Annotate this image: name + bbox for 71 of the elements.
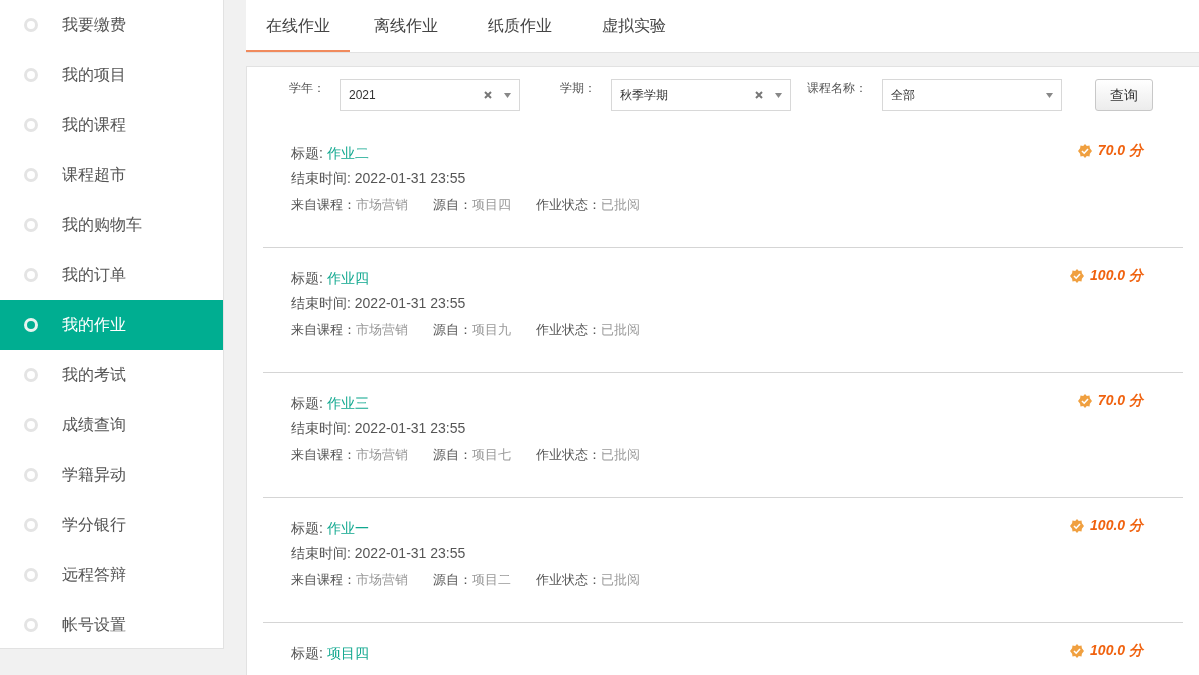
status-value: 已批阅 [601,445,640,464]
status-value: 已批阅 [601,195,640,214]
sidebar-item[interactable]: 我的课程 [0,100,223,150]
query-button[interactable]: 查询 [1095,79,1153,111]
check-badge-icon [1070,643,1085,658]
status-label: 作业状态： [536,320,601,339]
check-badge-icon [1070,518,1085,533]
tab[interactable]: 纸质作业 [461,0,578,52]
check-badge-icon [1077,393,1092,408]
status-value: 已批阅 [601,570,640,589]
sidebar-item[interactable]: 课程超市 [0,150,223,200]
course-name: 市场营销 [356,570,408,589]
check-badge-icon [1070,268,1085,283]
tab[interactable]: 在线作业 [246,0,350,52]
status-label: 作业状态： [536,570,601,589]
title-label: 标题: [291,394,323,413]
score: 100.0 分 [1090,641,1143,660]
course-label: 来自课程： [291,320,356,339]
sidebar-item[interactable]: 我的考试 [0,350,223,400]
sidebar-item[interactable]: 我的购物车 [0,200,223,250]
title-label: 标题: [291,269,323,288]
title-label: 标题: [291,519,323,538]
filter-label: 学年： [289,80,326,97]
select-field[interactable]: 全部 [882,79,1062,111]
sidebar-item[interactable]: 我要缴费 [0,0,223,50]
check-badge-icon [1077,143,1092,158]
end-time: 结束时间: 2022-01-31 23:55 [291,294,466,313]
sidebar-item[interactable]: 我的项目 [0,50,223,100]
source-label: 源自： [433,320,472,339]
sidebar-item[interactable]: 成绩查询 [0,400,223,450]
source-name: 项目二 [472,570,511,589]
caret-icon [504,92,511,98]
tab[interactable]: 虚拟实验 [575,0,692,52]
filter-label: 学期： [560,80,597,97]
course-name: 市场营销 [356,195,408,214]
select-field[interactable]: 2021 [340,79,520,111]
status-label: 作业状态： [536,195,601,214]
sidebar-item[interactable]: 我的订单 [0,250,223,300]
course-label: 来自课程： [291,570,356,589]
caret-icon [775,92,782,98]
source-label: 源自： [433,195,472,214]
end-time: 结束时间: 2022-01-31 23:55 [291,544,466,563]
sidebar-item[interactable]: 远程答辩 [0,550,223,600]
course-label: 来自课程： [291,445,356,464]
source-label: 源自： [433,570,472,589]
clear-icon[interactable] [484,91,492,99]
tab[interactable]: 离线作业 [347,0,464,52]
title-label: 标题: [291,644,323,663]
caret-icon [1046,92,1053,98]
status-label: 作业状态： [536,445,601,464]
score: 100.0 分 [1090,266,1143,285]
course-name: 市场营销 [356,445,408,464]
filter-label: 课程名称： [807,80,868,97]
course-name: 市场营销 [356,320,408,339]
status-value: 已批阅 [601,320,640,339]
source-name: 项目九 [472,320,511,339]
end-time: 结束时间: 2022-01-31 23:55 [291,419,466,438]
sidebar-item[interactable]: 帐号设置 [0,600,223,650]
source-name: 项目四 [472,195,511,214]
source-label: 源自： [433,445,472,464]
title-label: 标题: [291,144,323,163]
score: 70.0 分 [1097,391,1143,410]
end-time: 结束时间: 2022-01-31 23:55 [291,169,466,188]
course-label: 来自课程： [291,195,356,214]
select-field[interactable]: 秋季学期 [611,79,791,111]
source-name: 项目七 [472,445,511,464]
score: 70.0 分 [1097,141,1143,160]
score: 100.0 分 [1090,516,1143,535]
sidebar-item[interactable]: 学籍异动 [0,450,223,500]
clear-icon[interactable] [755,91,763,99]
sidebar-item[interactable]: 学分银行 [0,500,223,550]
